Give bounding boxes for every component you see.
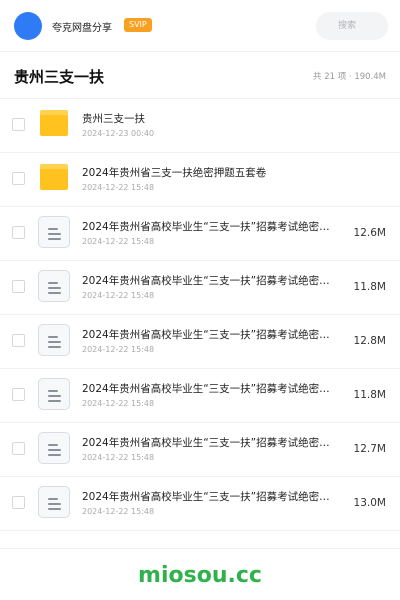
file-size: 11.8M — [353, 389, 386, 401]
file-name[interactable]: 2024年贵州省高校毕业生“三支一扶”招募考试绝密… — [82, 219, 340, 234]
row-checkbox[interactable] — [12, 496, 25, 509]
document-icon — [38, 486, 70, 518]
row-checkbox[interactable] — [12, 334, 25, 347]
file-date: 2024-12-22 15:48 — [82, 237, 155, 246]
document-icon — [38, 378, 70, 410]
file-name[interactable]: 2024年贵州省高校毕业生“三支一扶”招募考试绝密… — [82, 327, 340, 342]
document-icon — [38, 270, 70, 302]
row-checkbox[interactable] — [12, 226, 25, 239]
file-size: 11.8M — [353, 281, 386, 293]
row-checkbox[interactable] — [12, 442, 25, 455]
file-size: 13.0M — [353, 497, 386, 509]
footer: miosou.cc — [0, 548, 400, 600]
file-row[interactable]: 2024年贵州省高校毕业生“三支一扶”招募考试绝密… 2024-12-22 15:… — [0, 477, 400, 531]
file-name[interactable]: 2024年贵州省高校毕业生“三支一扶”招募考试绝密… — [82, 381, 340, 396]
svip-badge: SVIP — [124, 18, 152, 32]
file-row[interactable]: 2024年贵州省高校毕业生“三支一扶”招募考试绝密… 2024-12-22 15:… — [0, 369, 400, 423]
file-date: 2024-12-22 15:48 — [82, 507, 155, 516]
file-date: 2024-12-23 00:40 — [82, 129, 155, 138]
folder-icon — [38, 108, 70, 140]
file-date: 2024-12-22 15:48 — [82, 183, 155, 192]
row-checkbox[interactable] — [12, 280, 25, 293]
file-row[interactable]: 2024年贵州省高校毕业生“三支一扶”招募考试绝密… 2024-12-22 15:… — [0, 315, 400, 369]
file-row[interactable]: 2024年贵州省三支一扶绝密押题五套卷 2024-12-22 15:48 — [0, 153, 400, 207]
account-name: 夸克网盘分享 — [52, 23, 112, 34]
document-icon — [38, 324, 70, 356]
file-row[interactable]: 2024年贵州省高校毕业生“三支一扶”招募考试绝密… 2024-12-22 15:… — [0, 261, 400, 315]
file-row[interactable]: 2024年贵州省高校毕业生“三支一扶”招募考试绝密… 2024-12-22 15:… — [0, 423, 400, 477]
row-checkbox[interactable] — [12, 118, 25, 131]
folder-titlebar: 贵州三支一扶 共 21 项 · 190.4M — [0, 53, 400, 99]
avatar[interactable] — [14, 12, 42, 40]
row-checkbox[interactable] — [12, 172, 25, 185]
row-checkbox[interactable] — [12, 388, 25, 401]
file-name[interactable]: 2024年贵州省三支一扶绝密押题五套卷 — [82, 165, 340, 180]
file-name[interactable]: 2024年贵州省高校毕业生“三支一扶”招募考试绝密… — [82, 435, 340, 450]
document-icon — [38, 432, 70, 464]
file-row[interactable]: 2024年贵州省高校毕业生“三支一扶”招募考试绝密… 2024-12-22 15:… — [0, 207, 400, 261]
document-icon — [38, 216, 70, 248]
folder-icon — [38, 162, 70, 194]
search-input[interactable] — [316, 12, 388, 40]
file-date: 2024-12-22 15:48 — [82, 399, 155, 408]
file-date: 2024-12-22 15:48 — [82, 453, 155, 462]
file-date: 2024-12-22 15:48 — [82, 291, 155, 300]
file-date: 2024-12-22 15:48 — [82, 345, 155, 354]
file-size: 12.8M — [353, 335, 386, 347]
file-name[interactable]: 2024年贵州省高校毕业生“三支一扶”招募考试绝密… — [82, 273, 340, 288]
file-size: 12.6M — [353, 227, 386, 239]
app-header: 夸克网盘分享 SVIP — [0, 0, 400, 52]
page-title: 贵州三支一扶 — [14, 68, 105, 86]
file-size: 12.7M — [353, 443, 386, 455]
watermark: miosou.cc — [138, 563, 262, 588]
file-row[interactable]: 贵州三支一扶 2024-12-23 00:40 — [0, 99, 400, 153]
file-name[interactable]: 贵州三支一扶 — [82, 111, 340, 126]
file-list: 贵州三支一扶 2024-12-23 00:40 2024年贵州省三支一扶绝密押题五套… — [0, 99, 400, 531]
item-count-summary: 共 21 项 · 190.4M — [313, 72, 386, 82]
file-name[interactable]: 2024年贵州省高校毕业生“三支一扶”招募考试绝密… — [82, 489, 340, 504]
